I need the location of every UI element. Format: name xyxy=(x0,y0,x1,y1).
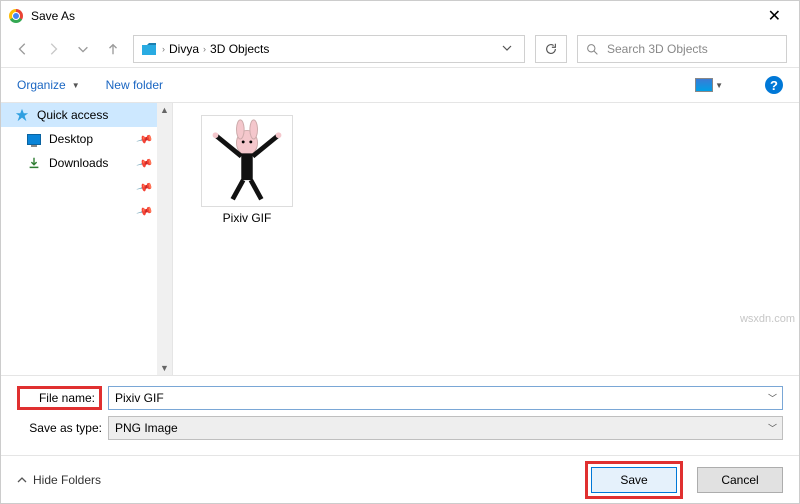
scroll-down-icon[interactable]: ▼ xyxy=(160,363,169,373)
pin-icon: 📌 xyxy=(136,178,154,196)
search-box[interactable] xyxy=(577,35,787,63)
star-icon xyxy=(15,108,29,122)
crumb-sep-icon: › xyxy=(162,44,165,54)
breadcrumb-seg-1[interactable]: Divya xyxy=(169,42,199,56)
chevron-up-icon xyxy=(17,475,27,485)
pin-icon: 📌 xyxy=(136,154,154,172)
hide-folders-button[interactable]: Hide Folders xyxy=(17,473,101,487)
recent-button[interactable] xyxy=(73,39,93,59)
dropdown-icon: ▼ xyxy=(715,81,723,90)
sidebar-item-empty[interactable]: 📌 xyxy=(1,199,172,223)
breadcrumb-seg-2[interactable]: 3D Objects xyxy=(210,42,269,56)
search-icon xyxy=(586,43,599,56)
organize-button[interactable]: Organize ▼ xyxy=(17,78,80,92)
view-icon xyxy=(695,78,713,92)
crumb-sep-icon: › xyxy=(203,44,206,54)
pin-icon: 📌 xyxy=(136,130,154,148)
help-icon[interactable]: ? xyxy=(765,76,783,94)
close-icon[interactable]: ✕ xyxy=(758,2,791,30)
file-content-area[interactable]: Pixiv GIF xyxy=(173,103,799,375)
sidebar-scrollbar[interactable]: ▲ ▼ xyxy=(157,103,172,375)
scroll-up-icon[interactable]: ▲ xyxy=(160,105,169,115)
window-title: Save As xyxy=(31,9,75,23)
dropdown-icon: ▼ xyxy=(72,81,80,90)
save-highlight: Save xyxy=(585,461,683,499)
toolbar: Organize ▼ New folder ▼ ? xyxy=(1,67,799,103)
save-label: Save xyxy=(620,473,647,487)
file-label: Pixiv GIF xyxy=(223,211,272,225)
title-bar: Save As ✕ xyxy=(1,1,799,31)
file-item[interactable]: Pixiv GIF xyxy=(197,115,297,225)
pin-icon: 📌 xyxy=(136,202,154,220)
downloads-icon xyxy=(27,156,41,170)
cancel-button[interactable]: Cancel xyxy=(697,467,783,493)
refresh-button[interactable] xyxy=(535,35,567,63)
save-fields: File name: ﹀ Save as type: ﹀ xyxy=(1,375,799,452)
refresh-icon xyxy=(544,42,558,56)
organize-label: Organize xyxy=(17,78,66,92)
forward-button[interactable] xyxy=(43,39,63,59)
up-icon xyxy=(106,42,120,56)
footer: Hide Folders Save Cancel xyxy=(1,455,799,503)
sidebar-item-label: Desktop xyxy=(49,132,93,146)
search-input[interactable] xyxy=(607,42,778,56)
nav-row: › Divya › 3D Objects xyxy=(1,31,799,67)
chevron-down-icon xyxy=(76,42,90,56)
back-icon xyxy=(16,42,30,56)
hide-folders-label: Hide Folders xyxy=(33,473,101,487)
cancel-label: Cancel xyxy=(721,473,758,487)
breadcrumb-dropdown-icon[interactable] xyxy=(496,42,518,56)
chrome-icon xyxy=(9,9,23,23)
back-button[interactable] xyxy=(13,39,33,59)
main-area: Quick access Desktop 📌 Downloads 📌 📌 📌 ▲… xyxy=(1,103,799,375)
file-name-label: File name: xyxy=(17,386,102,410)
save-type-select[interactable] xyxy=(108,416,783,440)
file-thumbnail xyxy=(201,115,293,207)
sidebar-item-quick-access[interactable]: Quick access xyxy=(1,103,172,127)
folder-3d-icon xyxy=(140,40,158,58)
new-folder-button[interactable]: New folder xyxy=(106,78,163,92)
sidebar: Quick access Desktop 📌 Downloads 📌 📌 📌 ▲… xyxy=(1,103,173,375)
save-button[interactable]: Save xyxy=(591,467,677,493)
sidebar-item-empty[interactable]: 📌 xyxy=(1,175,172,199)
breadcrumb[interactable]: › Divya › 3D Objects xyxy=(133,35,525,63)
save-type-label: Save as type: xyxy=(17,421,102,435)
sidebar-item-label: Downloads xyxy=(49,156,108,170)
view-button[interactable]: ▼ xyxy=(695,78,723,92)
sidebar-item-downloads[interactable]: Downloads 📌 xyxy=(1,151,172,175)
watermark: wsxdn.com xyxy=(740,313,795,325)
sidebar-item-desktop[interactable]: Desktop 📌 xyxy=(1,127,172,151)
sidebar-item-label: Quick access xyxy=(37,108,108,122)
file-name-input[interactable] xyxy=(108,386,783,410)
forward-icon xyxy=(46,42,60,56)
desktop-icon xyxy=(27,134,41,145)
up-button[interactable] xyxy=(103,39,123,59)
